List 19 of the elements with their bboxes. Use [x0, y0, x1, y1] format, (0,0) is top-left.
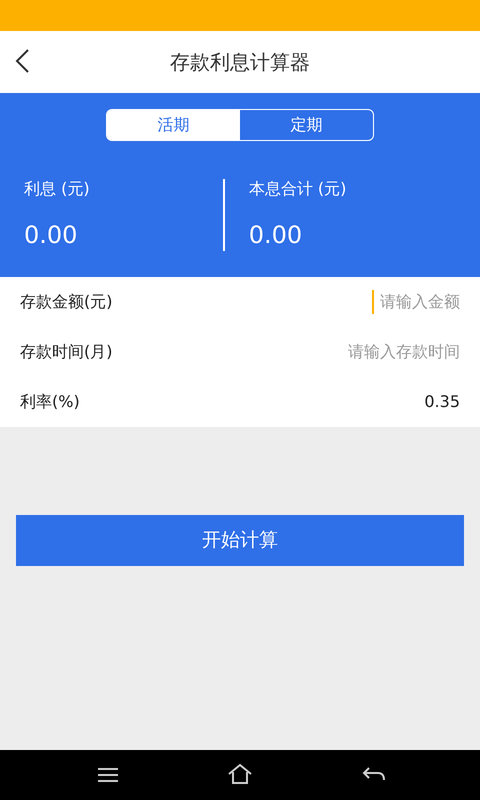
field-label: 利率(%) — [20, 391, 80, 413]
result-label: 利息 (元) — [24, 178, 90, 200]
back-icon[interactable] — [362, 766, 386, 782]
field-label: 存款金额(元) — [20, 291, 112, 313]
back-button[interactable] — [14, 48, 30, 74]
result-value: 0.00 — [24, 220, 78, 251]
input-field[interactable]: 请输入存款时间 — [340, 340, 460, 364]
home-icon[interactable] — [228, 763, 252, 785]
menu-icon[interactable] — [97, 768, 119, 782]
result-label: 本息合计 (元) — [248, 178, 346, 200]
back-icon — [14, 48, 30, 74]
tab[interactable]: 活期 — [107, 110, 240, 140]
input-field[interactable]: 0.35 — [414, 390, 460, 414]
calculate-button[interactable]: 开始计算 — [16, 515, 464, 566]
page-title: 存款利息计算器 — [170, 49, 310, 76]
tab[interactable]: 定期 — [240, 110, 373, 140]
input-field[interactable]: 请输入金额 — [374, 290, 460, 314]
field-label: 存款时间(月) — [20, 341, 112, 363]
result-value: 0.00 — [248, 220, 302, 251]
